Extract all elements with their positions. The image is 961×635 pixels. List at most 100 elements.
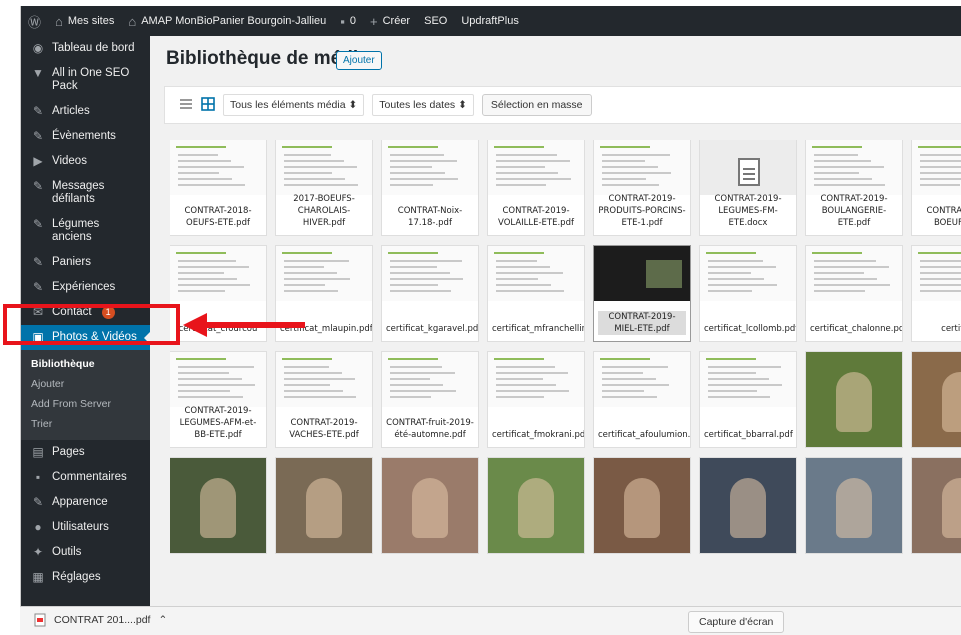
adminbar-item[interactable]: ▪ 0	[333, 6, 363, 36]
sidebar-item[interactable]: ▼ All in One SEO Pack	[21, 61, 150, 99]
media-file-tile[interactable]: CONTRAT-fruit-2019-été-automne.pdf	[382, 352, 478, 447]
sidebar-item[interactable]: ▶ Videos	[21, 149, 150, 174]
media-file-tile[interactable]: CONTRAT-2019-VACHES-ETE.pdf	[276, 352, 372, 447]
add-media-button[interactable]: Ajouter	[336, 51, 382, 70]
media-filename: CONTRAT-Noix-17.18-.pdf	[397, 206, 463, 228]
media-photo-tile[interactable]	[594, 458, 690, 553]
media-file-tile[interactable]: certificat_chalonne.pdf	[806, 246, 902, 341]
grid-view-icon[interactable]	[201, 96, 215, 114]
sidebar-item-label: Tableau de bord	[52, 42, 135, 54]
document-thumbnail	[488, 246, 584, 301]
media-photo-tile[interactable]	[912, 352, 961, 447]
media-photo-tile[interactable]	[488, 458, 584, 553]
adminbar-item[interactable]: UpdraftPlus	[454, 6, 525, 36]
adminbar-item[interactable]: Ⓦ	[21, 6, 48, 36]
sidebar-item[interactable]: ✎ Apparence	[21, 490, 150, 515]
chevron-up-icon[interactable]: ⌃	[158, 614, 167, 626]
document-thumbnail	[700, 140, 796, 195]
list-view-icon[interactable]	[179, 97, 193, 114]
adminbar-item[interactable]: + Créer	[363, 6, 417, 36]
settings-icon: ▦	[32, 570, 44, 584]
photo-thumbnail	[730, 478, 766, 538]
submenu-item[interactable]: Add From Server	[21, 394, 150, 414]
media-filename: certificat	[941, 324, 961, 334]
adminbar-label: Créer	[382, 15, 411, 27]
media-file-tile[interactable]: certificat_lcollomb.pdf	[700, 246, 796, 341]
sidebar-item-label: Réglages	[52, 571, 101, 583]
date-filter[interactable]: Toutes les dates ⬍	[372, 94, 474, 116]
media-file-tile[interactable]: CONTRAT-Noix-17.18-.pdf	[382, 140, 478, 235]
sidebar-item-label: Messages défilants	[52, 180, 105, 205]
sidebar-item[interactable]: ✎ Légumes anciens	[21, 212, 150, 250]
appearance-icon: ✎	[32, 495, 44, 509]
media-photo-tile[interactable]	[806, 352, 902, 447]
sidebar-item[interactable]: ● Utilisateurs	[21, 515, 150, 540]
sidebar-item-label: Paniers	[52, 256, 91, 268]
adminbar-item[interactable]: SEO	[417, 6, 454, 36]
sidebar-item[interactable]: ◉ Tableau de bord	[21, 36, 150, 61]
media-file-tile[interactable]: certificat_mfranchellin.pdf	[488, 246, 584, 341]
photo-thumbnail	[200, 478, 236, 538]
download-bar: CONTRAT 201....pdf ⌃ Capture d'écran	[20, 606, 961, 635]
media-filename: CONTRAT-fruit-2019-été-automne.pdf	[386, 418, 474, 440]
sidebar-item[interactable]: ✦ Outils	[21, 540, 150, 565]
adminbar-item[interactable]: ⌂ AMAP MonBioPanier Bourgoin-Jallieu	[121, 6, 333, 36]
sidebar-item[interactable]: ✎ Paniers	[21, 250, 150, 275]
media-file-tile[interactable]: CONTRAT-2019-MIEL-ETE.pdf	[594, 246, 690, 341]
media-file-tile[interactable]: CONTRAT-2018-OEUFS-ETE.pdf	[170, 140, 266, 235]
media-filename: certificat_bbarral.pdf	[704, 430, 793, 440]
submenu-item[interactable]: Bibliothèque	[21, 354, 150, 374]
sidebar-item[interactable]: ▦ Réglages	[21, 565, 150, 590]
media-photo-tile[interactable]	[170, 458, 266, 553]
sites-icon: ⌂	[55, 13, 63, 29]
document-thumbnail	[912, 140, 961, 195]
pin-icon: ✎	[32, 129, 44, 143]
media-photo-tile[interactable]	[806, 458, 902, 553]
media-file-tile[interactable]: 2017-BOEUFS-CHAROLAIS-HIVER.pdf	[276, 140, 372, 235]
media-filename: certificat_fmokrani.pdf	[492, 430, 584, 440]
screenshot-button[interactable]: Capture d'écran	[688, 611, 785, 633]
media-file-tile[interactable]: certificat_fmokrani.pdf	[488, 352, 584, 447]
media-file-tile[interactable]: certificat_afoulumion.pdf	[594, 352, 690, 447]
sidebar-item[interactable]: ✎ Expériences	[21, 275, 150, 300]
media-filename: CONTRAT-2019-LEGUMES-FM-ETE.docx	[714, 194, 782, 228]
sidebar-item-label: Expériences	[52, 281, 116, 293]
sidebar-item[interactable]: ✎ Articles	[21, 99, 150, 124]
bulk-select-button[interactable]: Sélection en masse	[481, 94, 592, 116]
media-file-tile[interactable]: CONTRAT-2019-LEGUMES-FM-ETE.docx	[700, 140, 796, 235]
media-filename: CONTRAT-2019-BOULANGERIE-ETE.pdf	[820, 194, 888, 228]
seo-shield-icon: ▼	[32, 66, 44, 80]
document-thumbnail	[170, 140, 266, 195]
media-file-tile[interactable]: CONTRAT-2019-LEGUMES-AFM-et-BB-ETE.pdf	[170, 352, 266, 447]
media-type-filter[interactable]: Tous les éléments média ⬍	[223, 94, 365, 116]
sidebar-item[interactable]: ✎ Évènements	[21, 124, 150, 149]
media-photo-tile[interactable]	[700, 458, 796, 553]
sidebar-item-label: Outils	[52, 546, 82, 558]
document-thumbnail	[382, 352, 478, 407]
sidebar-item[interactable]: ▤ Pages	[21, 440, 150, 465]
document-thumbnail	[276, 140, 372, 195]
media-photo-tile[interactable]	[912, 458, 961, 553]
media-file-tile[interactable]: CONTRAT-2019-PRODUITS-PORCINS-ETE-1.pdf	[594, 140, 690, 235]
media-file-tile[interactable]: certificat	[912, 246, 961, 341]
sidebar-item[interactable]: ▪ Commentaires	[21, 465, 150, 490]
media-filename: 2017-BOEUFS-CHAROLAIS-HIVER.pdf	[293, 194, 355, 228]
media-file-tile[interactable]: CONTRAT-2019-VOLAILLE-ETE.pdf	[488, 140, 584, 235]
sidebar-item-label: All in One SEO Pack	[52, 67, 130, 92]
adminbar-item[interactable]: ⌂ Mes sites	[48, 6, 121, 36]
media-photo-tile[interactable]	[276, 458, 372, 553]
sidebar-item-label: Utilisateurs	[52, 521, 109, 533]
pages-icon: ▤	[32, 445, 44, 459]
media-file-tile[interactable]: CONTRAT-2019-BOULANGERIE-ETE.pdf	[806, 140, 902, 235]
media-photo-tile[interactable]	[382, 458, 478, 553]
media-file-tile[interactable]: certificat_bbarral.pdf	[700, 352, 796, 447]
document-thumbnail	[382, 140, 478, 195]
media-file-tile[interactable]: certificat_kgaravel.pdf	[382, 246, 478, 341]
media-file-tile[interactable]: CONTRAT-2019-BOEUF-HIVE	[912, 140, 961, 235]
sidebar-item[interactable]: ✎ Messages défilants	[21, 174, 150, 212]
submenu-item[interactable]: Trier	[21, 414, 150, 434]
download-item[interactable]: CONTRAT 201....pdf ⌃	[34, 613, 167, 627]
submenu-item[interactable]: Ajouter	[21, 374, 150, 394]
photo-thumbnail	[836, 372, 872, 432]
media-filename: certificat_mfranchellin.pdf	[492, 324, 584, 334]
